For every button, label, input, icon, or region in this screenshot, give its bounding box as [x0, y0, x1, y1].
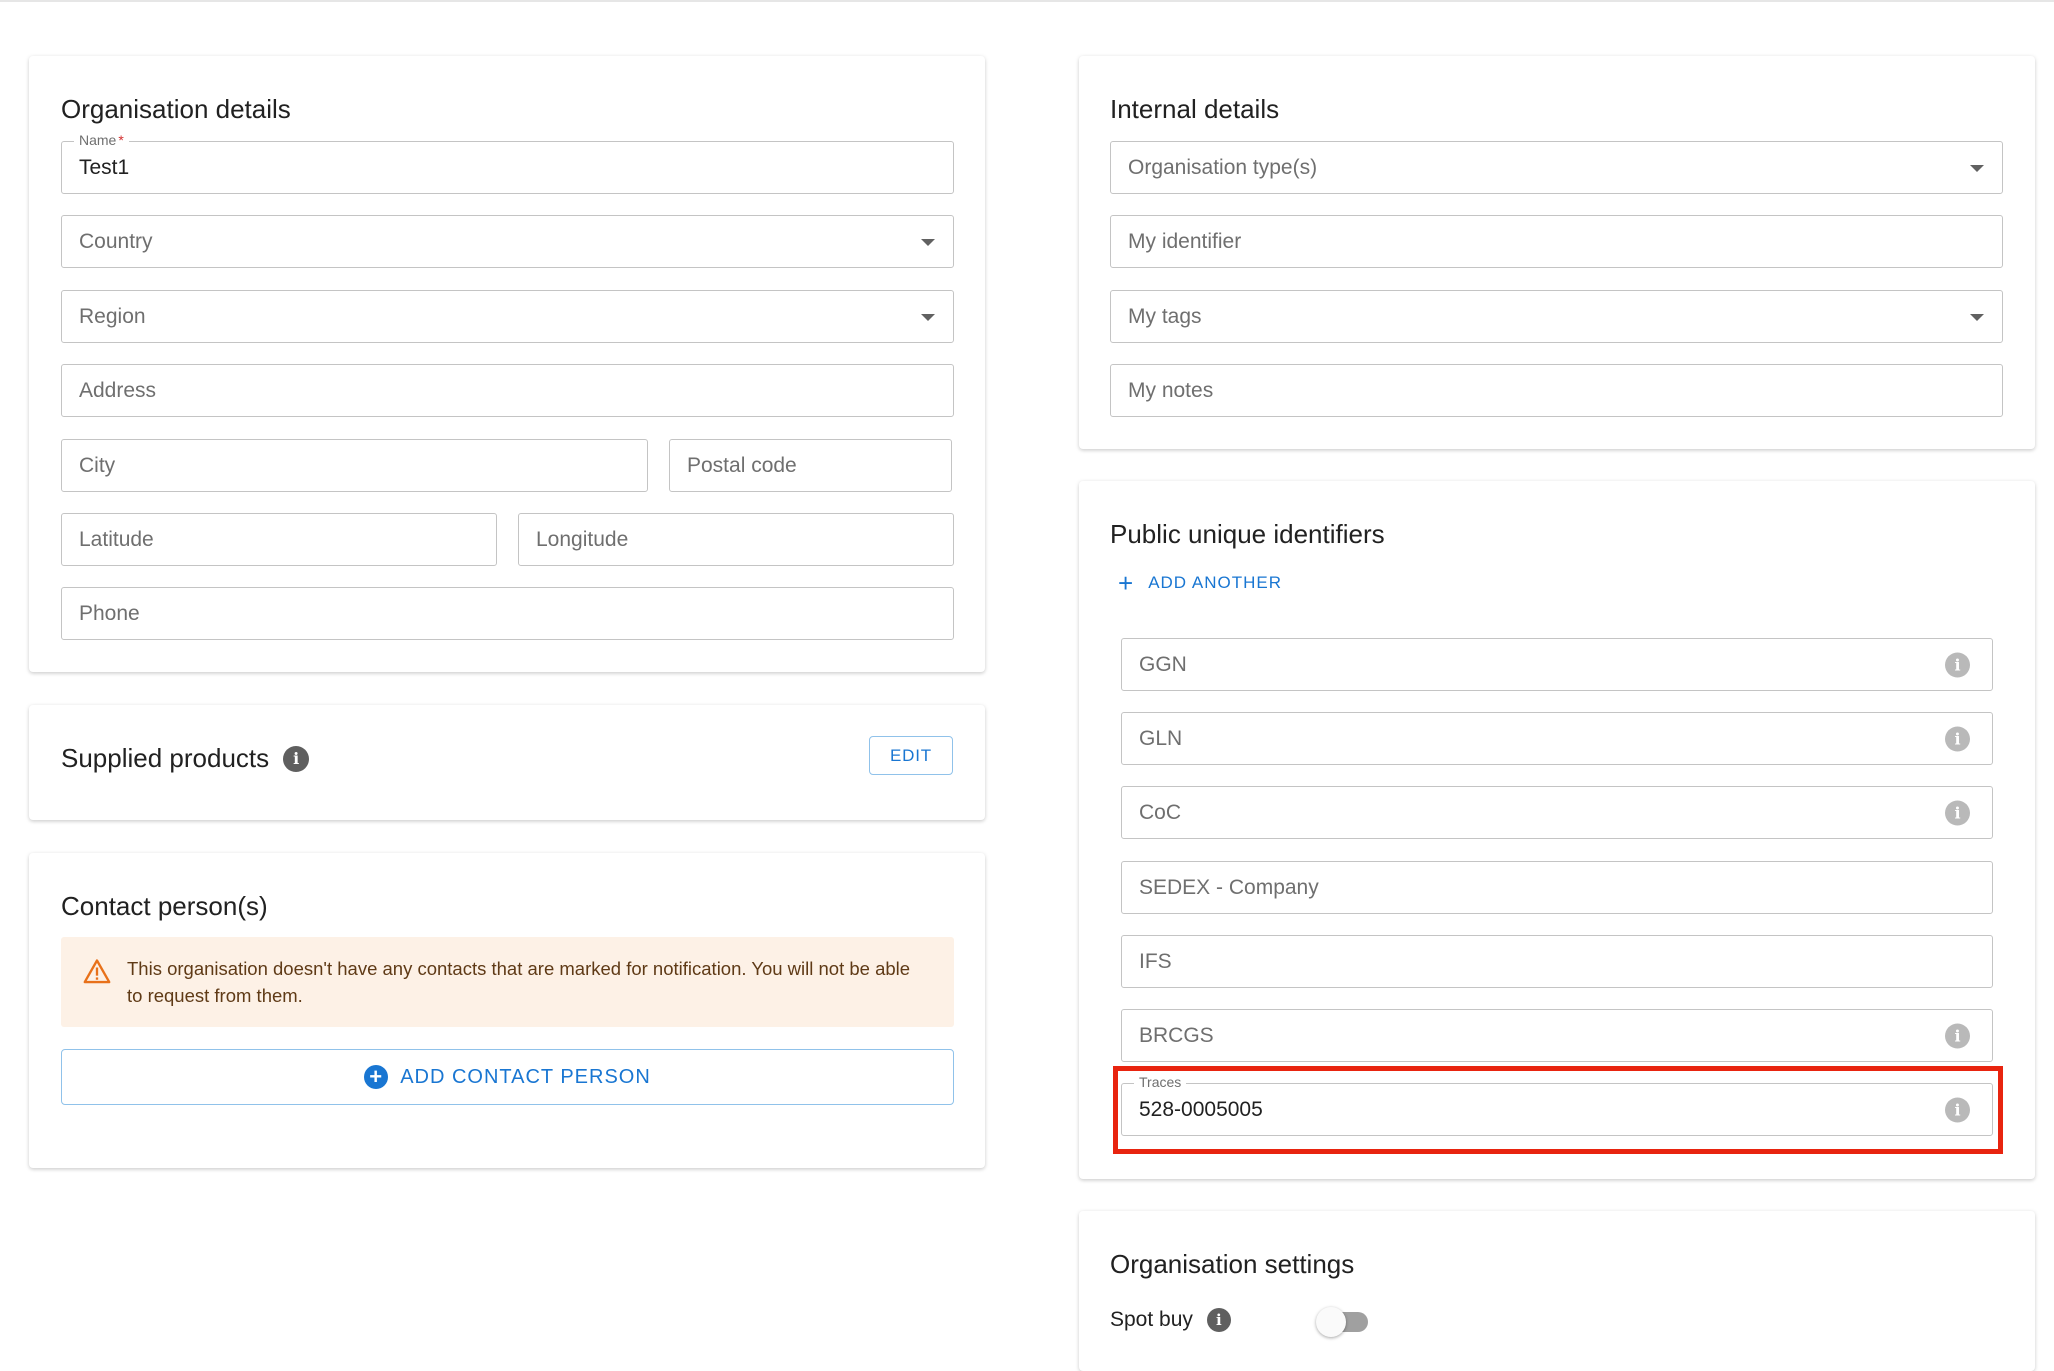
chevron-down-icon [1970, 164, 1984, 172]
latitude-field[interactable]: Latitude [61, 513, 497, 566]
my-notes-placeholder: My notes [1128, 378, 1214, 402]
gln-placeholder: GLN [1139, 726, 1183, 750]
name-field-value: Test1 [79, 155, 130, 179]
my-identifier-field[interactable]: My identifier [1110, 215, 2003, 268]
supplied-products-title: Supplied products i [61, 743, 310, 774]
contact-persons-title: Contact person(s) [61, 891, 268, 921]
postal-code-field[interactable]: Postal code [669, 439, 952, 492]
chevron-down-icon [1970, 313, 1984, 321]
city-field[interactable]: City [61, 439, 648, 492]
spot-buy-setting: Spot buy i [1110, 1308, 1231, 1332]
ggn-field[interactable]: GGN i [1121, 638, 1993, 691]
my-notes-field[interactable]: My notes [1110, 364, 2003, 417]
spot-buy-toggle-thumb[interactable] [1316, 1307, 1346, 1337]
public-identifiers-title: Public unique identifiers [1110, 519, 1385, 549]
organisation-settings-title: Organisation settings [1110, 1249, 1355, 1279]
warning-triangle-icon [83, 959, 111, 984]
phone-placeholder: Phone [79, 601, 140, 625]
coc-field[interactable]: CoC i [1121, 786, 1993, 839]
longitude-placeholder: Longitude [536, 527, 629, 551]
info-icon[interactable]: i [1206, 1308, 1231, 1332]
organisation-type-select[interactable]: Organisation type(s) [1110, 141, 2003, 194]
info-icon[interactable]: i [1945, 652, 1970, 677]
add-contact-person-button[interactable]: + ADD CONTACT PERSON [61, 1049, 954, 1105]
info-icon[interactable]: i [1945, 726, 1970, 751]
phone-field[interactable]: Phone [61, 587, 954, 640]
chevron-down-icon [921, 238, 935, 246]
country-placeholder: Country [79, 229, 153, 253]
add-contact-person-label: ADD CONTACT PERSON [400, 1065, 651, 1088]
country-select[interactable]: Country [61, 215, 954, 268]
organisation-type-placeholder: Organisation type(s) [1128, 155, 1318, 179]
brcgs-field[interactable]: BRCGS i [1121, 1009, 1993, 1062]
my-tags-placeholder: My tags [1128, 304, 1202, 328]
coc-placeholder: CoC [1139, 800, 1182, 824]
address-field[interactable]: Address [61, 364, 954, 417]
plus-icon: + [1118, 568, 1135, 598]
address-placeholder: Address [79, 378, 157, 402]
warning-text: This organisation doesn't have any conta… [127, 958, 911, 1006]
latitude-placeholder: Latitude [79, 527, 154, 551]
ggn-placeholder: GGN [1139, 652, 1187, 676]
longitude-field[interactable]: Longitude [518, 513, 954, 566]
add-circle-icon: + [364, 1065, 389, 1089]
chevron-down-icon [921, 313, 935, 321]
name-field[interactable]: Name * Test1 [61, 132, 954, 194]
edit-supplied-products-button[interactable]: EDIT [869, 736, 953, 775]
gln-field[interactable]: GLN i [1121, 712, 1993, 765]
info-icon[interactable]: i [1945, 1023, 1970, 1048]
add-another-button[interactable]: + ADD ANOTHER [1118, 568, 1282, 598]
region-select[interactable]: Region [61, 290, 954, 343]
postal-code-placeholder: Postal code [687, 453, 797, 477]
info-icon[interactable]: i [283, 745, 310, 772]
spot-buy-label: Spot buy [1110, 1308, 1193, 1331]
organisation-details-title: Organisation details [61, 94, 291, 124]
internal-details-title: Internal details [1110, 94, 1280, 124]
ifs-placeholder: IFS [1139, 949, 1172, 973]
brcgs-placeholder: BRCGS [1139, 1023, 1214, 1047]
city-placeholder: City [79, 453, 116, 477]
supplied-products-label: Supplied products [61, 743, 270, 773]
add-another-label: ADD ANOTHER [1148, 573, 1282, 592]
sedex-company-placeholder: SEDEX - Company [1139, 875, 1319, 899]
top-divider [0, 0, 2054, 2]
ifs-field[interactable]: IFS [1121, 935, 1993, 988]
traces-highlight-box [1113, 1066, 2003, 1154]
my-tags-select[interactable]: My tags [1110, 290, 2003, 343]
region-placeholder: Region [79, 304, 146, 328]
name-field-label: Name * [74, 132, 129, 148]
info-icon[interactable]: i [1945, 800, 1970, 825]
organisation-settings-card [1079, 1211, 2035, 1371]
notification-warning-alert: This organisation doesn't have any conta… [61, 937, 954, 1027]
my-identifier-placeholder: My identifier [1128, 229, 1242, 253]
sedex-company-field[interactable]: SEDEX - Company [1121, 861, 1993, 914]
